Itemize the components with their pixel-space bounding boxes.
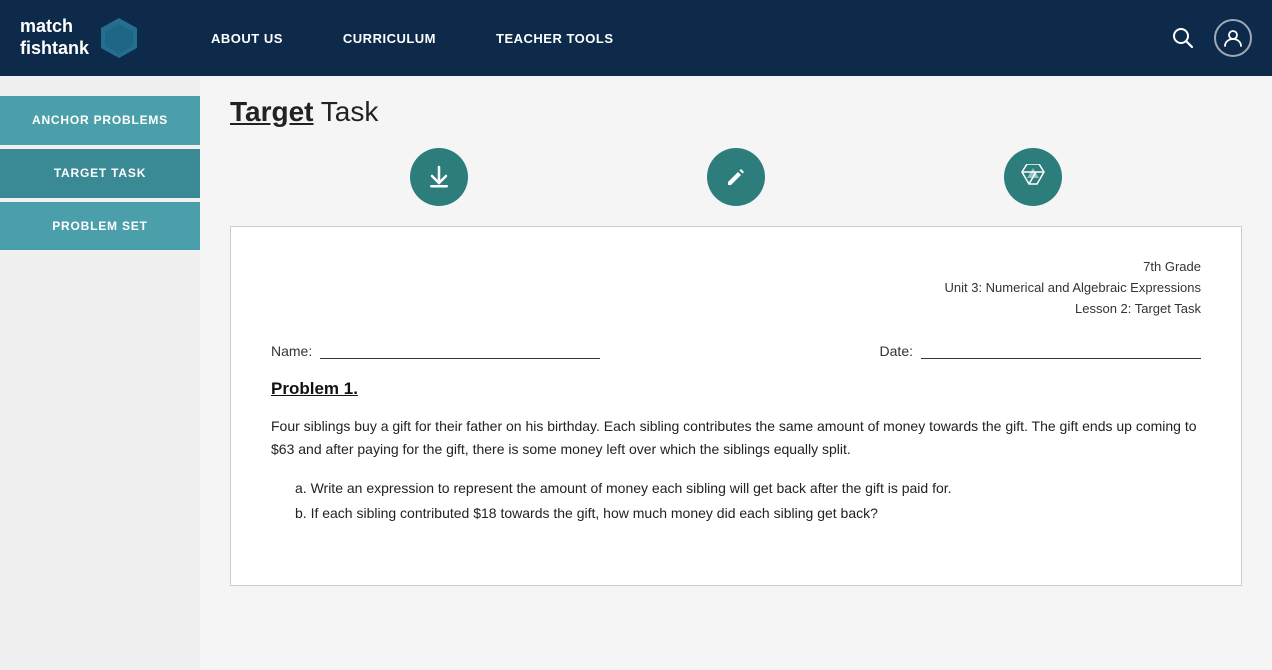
problem-title: Problem 1. bbox=[271, 379, 1201, 399]
page-title-bold: Target bbox=[230, 96, 314, 127]
search-icon[interactable] bbox=[1164, 19, 1202, 57]
name-label: Name: bbox=[271, 343, 312, 359]
download-button[interactable] bbox=[410, 148, 468, 206]
main-container: ANCHOR PROBLEMS TARGET TASK PROBLEM SET … bbox=[0, 76, 1272, 670]
drive-button[interactable] bbox=[1004, 148, 1062, 206]
doc-lesson: Lesson 2: Target Task bbox=[271, 299, 1201, 320]
document-card: 7th Grade Unit 3: Numerical and Algebrai… bbox=[230, 226, 1242, 586]
sidebar-item-target-task[interactable]: TARGET TASK bbox=[0, 149, 200, 198]
sidebar: ANCHOR PROBLEMS TARGET TASK PROBLEM SET bbox=[0, 76, 200, 670]
nav-teacher-tools[interactable]: TEACHER TOOLS bbox=[466, 0, 644, 76]
sidebar-item-problem-set[interactable]: PROBLEM SET bbox=[0, 202, 200, 251]
logo-text: match fishtank bbox=[20, 16, 89, 59]
nav-links: ABOUT US CURRICULUM TEACHER TOOLS bbox=[181, 0, 1164, 76]
date-input-line[interactable] bbox=[921, 339, 1201, 359]
user-icon[interactable] bbox=[1214, 19, 1252, 57]
header: match fishtank ABOUT US CURRICULUM TEACH… bbox=[0, 0, 1272, 76]
doc-header: 7th Grade Unit 3: Numerical and Algebrai… bbox=[271, 257, 1201, 319]
problem-part-b: b. If each sibling contributed $18 towar… bbox=[295, 501, 1201, 526]
action-buttons bbox=[230, 148, 1242, 206]
page-title-rest: Task bbox=[314, 96, 379, 127]
date-label: Date: bbox=[880, 343, 913, 359]
sidebar-item-anchor-problems[interactable]: ANCHOR PROBLEMS bbox=[0, 96, 200, 145]
doc-fields: Name: Date: bbox=[271, 339, 1201, 359]
logo[interactable]: match fishtank bbox=[20, 16, 141, 60]
problem-part-a: a. Write an expression to represent the … bbox=[295, 476, 1201, 501]
header-icons bbox=[1164, 19, 1252, 57]
nav-curriculum[interactable]: CURRICULUM bbox=[313, 0, 466, 76]
doc-unit: Unit 3: Numerical and Algebraic Expressi… bbox=[271, 278, 1201, 299]
nav-about-us[interactable]: ABOUT US bbox=[181, 0, 313, 76]
logo-icon bbox=[97, 16, 141, 60]
content-area: Target Task bbox=[200, 76, 1272, 670]
name-input-line[interactable] bbox=[320, 339, 600, 359]
problem-intro: Four siblings buy a gift for their fathe… bbox=[271, 415, 1201, 460]
problem-parts: a. Write an expression to represent the … bbox=[295, 476, 1201, 526]
page-title: Target Task bbox=[230, 96, 1242, 128]
date-field: Date: bbox=[880, 339, 1201, 359]
edit-button[interactable] bbox=[707, 148, 765, 206]
name-field: Name: bbox=[271, 339, 600, 359]
doc-grade: 7th Grade bbox=[271, 257, 1201, 278]
